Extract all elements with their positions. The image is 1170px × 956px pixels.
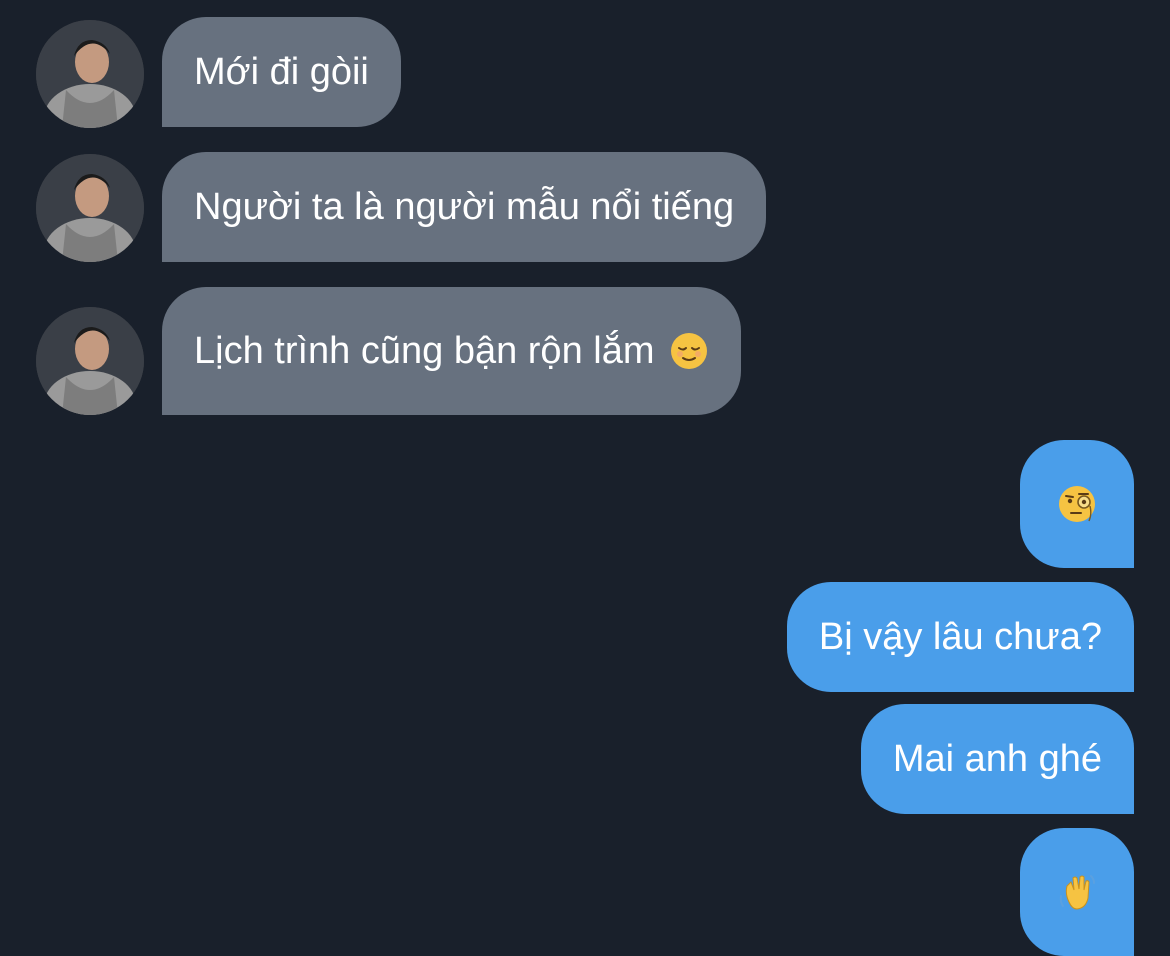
outgoing-message[interactable]: Mai anh ghé	[860, 704, 1134, 814]
message-text: Lịch trình cũng bận rộn lắm	[194, 330, 655, 372]
face-with-monocle-icon	[1057, 484, 1097, 524]
waving-hand-icon	[1057, 872, 1097, 912]
outgoing-message[interactable]	[1020, 828, 1134, 956]
message-text: Mai anh ghé	[892, 738, 1102, 780]
incoming-message[interactable]: Mới đi gòii	[162, 17, 401, 127]
message-text: Bị vậy lâu chưa?	[818, 616, 1102, 658]
avatar[interactable]	[36, 20, 144, 128]
message-text: Mới đi gòii	[194, 51, 369, 93]
message-text: Người ta là người mẫu nổi tiếng	[194, 186, 735, 228]
message-thread: Mới đi gòii Người ta là người mẫu nổi ti…	[0, 0, 1170, 956]
incoming-message[interactable]: Lịch trình cũng bận rộn lắm	[162, 287, 741, 415]
avatar[interactable]	[36, 154, 144, 262]
avatar[interactable]	[36, 307, 144, 415]
relieved-face-icon	[669, 331, 709, 371]
outgoing-message[interactable]: Bị vậy lâu chưa?	[786, 582, 1134, 692]
incoming-message[interactable]: Người ta là người mẫu nổi tiếng	[162, 152, 767, 262]
outgoing-message[interactable]	[1020, 440, 1134, 568]
